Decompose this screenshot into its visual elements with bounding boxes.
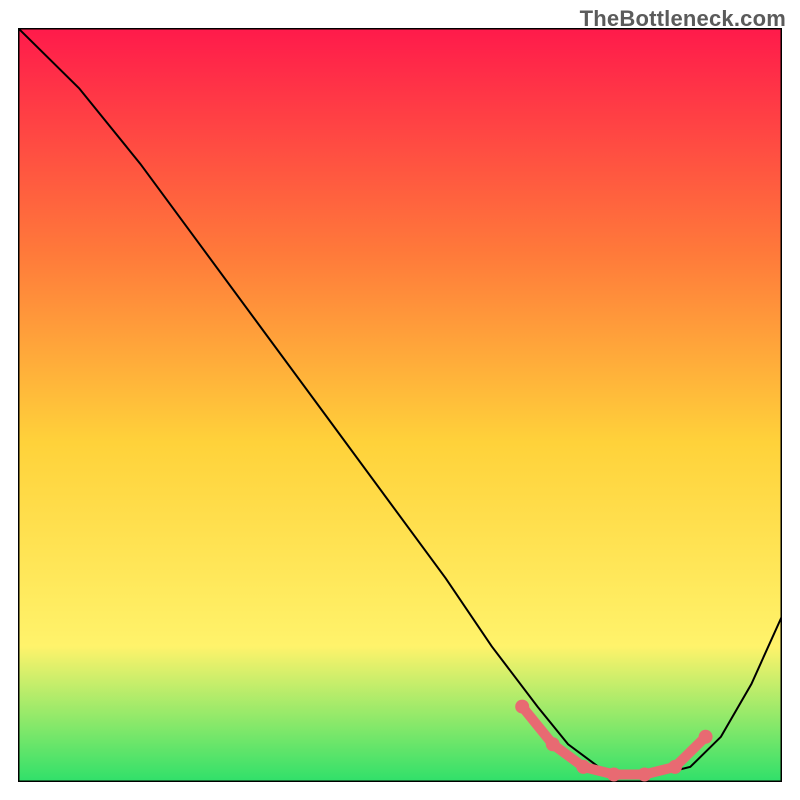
- plot-area: [18, 28, 782, 782]
- highlight-dot: [638, 768, 652, 782]
- highlight-dot: [668, 760, 682, 774]
- highlight-dot: [607, 768, 621, 782]
- gradient-background: [18, 28, 782, 782]
- chart-svg: [18, 28, 782, 782]
- chart-stage: TheBottleneck.com: [0, 0, 800, 800]
- highlight-dot: [546, 737, 560, 751]
- highlight-dot: [576, 760, 590, 774]
- highlight-dot: [515, 700, 529, 714]
- highlight-dot: [699, 730, 713, 744]
